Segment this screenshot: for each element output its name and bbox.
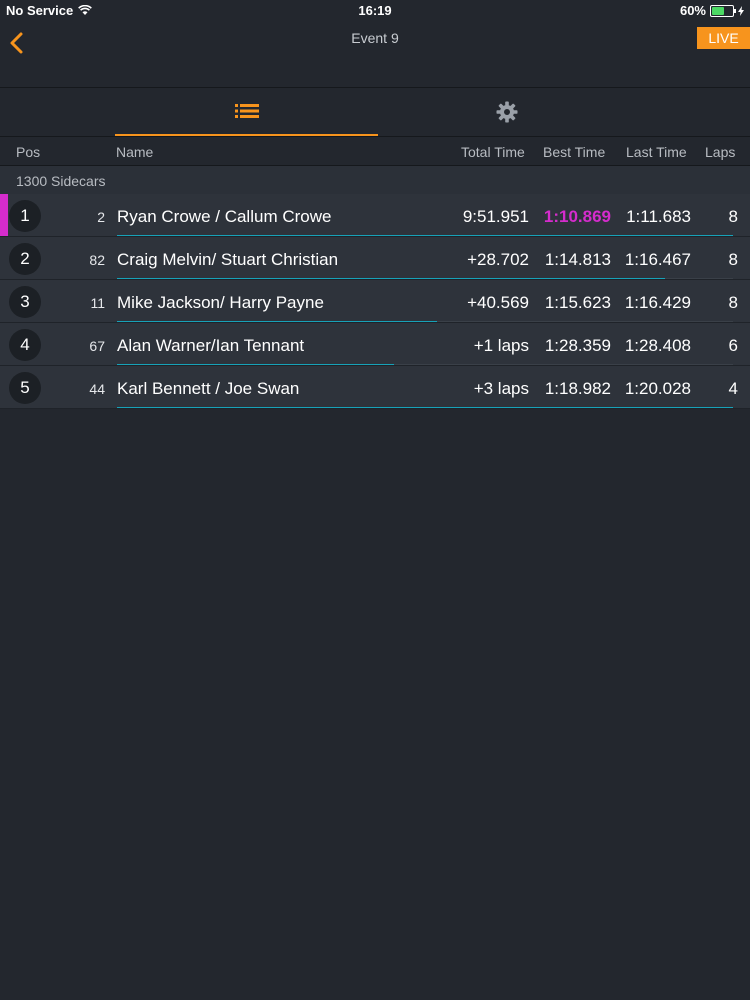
best-time: 1:18.982 [544, 379, 611, 398]
last-time: 1:16.467 [624, 250, 691, 269]
position-badge: 4 [9, 329, 41, 361]
status-right: 60% [680, 3, 744, 18]
nav-bar: Event 9 LIVE [0, 20, 750, 88]
tab-settings[interactable] [378, 88, 636, 136]
rider-names: Craig Melvin/ Stuart Christian [117, 250, 339, 269]
laps-count: 6 [728, 336, 738, 355]
charging-bolt-icon [738, 5, 744, 16]
col-name: Name [116, 144, 154, 160]
best-time: 1:28.359 [544, 336, 611, 355]
total-time: +3 laps [473, 379, 529, 398]
best-time: 1:10.869 [543, 207, 611, 226]
total-time: 9:51.951 [462, 207, 529, 226]
rider-names: Alan Warner/Ian Tennant [117, 336, 305, 355]
total-time: +40.569 [467, 293, 529, 312]
race-number: 2 [97, 209, 105, 225]
col-total-time: Total Time [461, 144, 525, 160]
battery-icon [710, 4, 736, 17]
page-title: Event 9 [351, 30, 399, 46]
last-time: 1:20.028 [624, 379, 691, 398]
last-time: 1:11.683 [626, 207, 691, 226]
tab-bar [0, 88, 750, 137]
position-badge: 3 [9, 286, 41, 318]
results-table: 1 2 Ryan Crowe / Callum Crowe 9:51.951 1… [0, 194, 750, 409]
list-icon [234, 104, 259, 118]
total-time: +1 laps [473, 336, 529, 355]
total-time: +28.702 [467, 250, 529, 269]
class-group-header: 1300 Sidecars [0, 166, 750, 194]
race-number: 82 [89, 252, 105, 268]
laps-count: 4 [728, 379, 738, 398]
position-badge: 2 [9, 243, 41, 275]
col-best-time: Best Time [543, 144, 606, 160]
status-time: 16:19 [358, 3, 392, 18]
laps-count: 8 [728, 293, 738, 312]
status-bar: No Service 16:19 60% [0, 0, 750, 20]
race-number: 11 [90, 295, 105, 311]
position-badge: 1 [9, 200, 41, 232]
laps-count: 8 [728, 250, 738, 269]
gear-icon [496, 101, 518, 123]
race-number: 44 [89, 381, 105, 397]
rider-names: Karl Bennett / Joe Swan [117, 379, 300, 398]
result-row[interactable]: 1 2 Ryan Crowe / Callum Crowe 9:51.951 1… [0, 194, 750, 237]
class-label: 1300 Sidecars [16, 173, 106, 189]
col-laps: Laps [705, 144, 736, 160]
best-time: 1:14.813 [544, 250, 611, 269]
tab-results-list[interactable] [115, 88, 378, 136]
best-time: 1:15.623 [544, 293, 611, 312]
battery-percent: 60% [679, 3, 706, 18]
result-row[interactable]: 4 67 Alan Warner/Ian Tennant +1 laps 1:2… [0, 323, 750, 366]
result-row[interactable]: 5 44 Karl Bennett / Joe Swan +3 laps 1:1… [0, 366, 750, 409]
position-badge: 5 [9, 372, 41, 404]
row-divider [0, 408, 750, 409]
race-number: 67 [89, 338, 105, 354]
result-row[interactable]: 3 11 Mike Jackson/ Harry Payne +40.569 1… [0, 280, 750, 323]
col-pos: Pos [16, 144, 41, 160]
rider-names: Ryan Crowe / Callum Crowe [117, 207, 332, 226]
live-button[interactable]: LIVE [697, 27, 750, 49]
column-header-row: Pos Name Total Time Best Time Last Time … [0, 137, 750, 166]
last-time: 1:28.408 [624, 336, 691, 355]
leader-marker [0, 194, 8, 237]
col-last-time: Last Time [626, 144, 687, 160]
rider-names: Mike Jackson/ Harry Payne [117, 293, 324, 312]
result-row[interactable]: 2 82 Craig Melvin/ Stuart Christian +28.… [0, 237, 750, 280]
laps-count: 8 [728, 207, 738, 226]
last-time: 1:16.429 [624, 293, 691, 312]
